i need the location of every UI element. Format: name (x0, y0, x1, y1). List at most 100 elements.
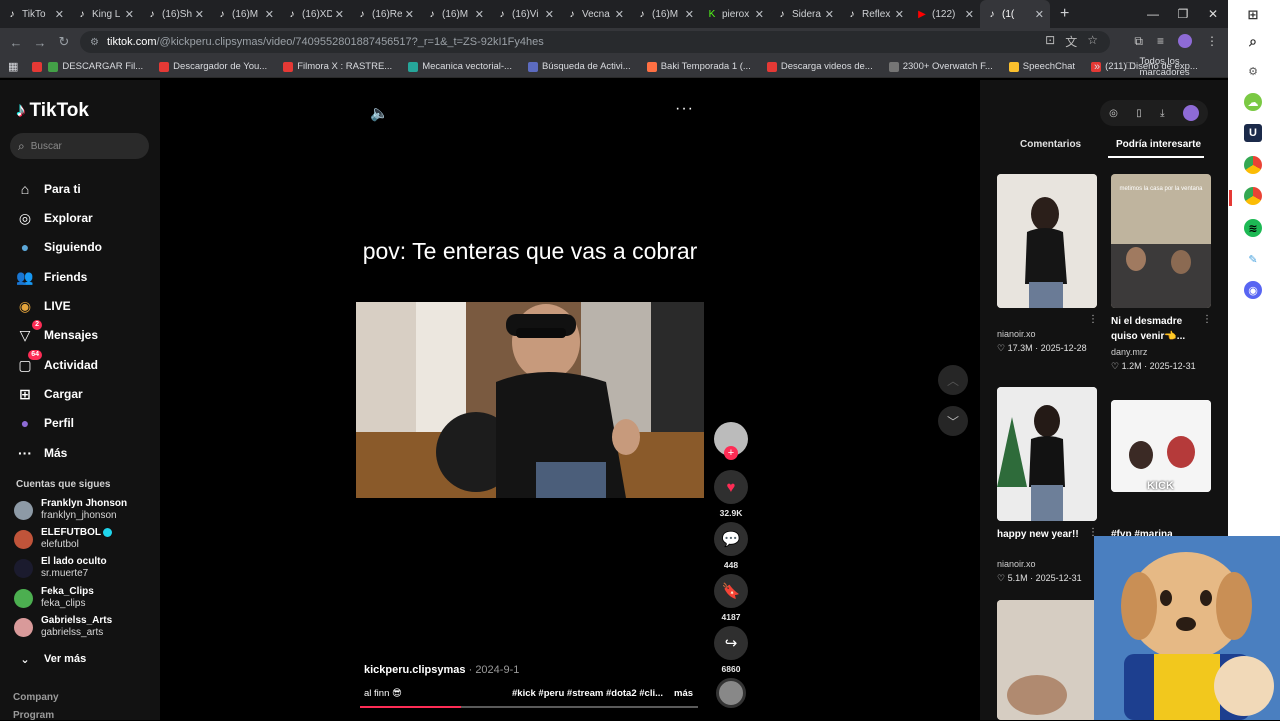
nav-item-más[interactable]: ··· Más (16, 444, 67, 462)
footer-program-link[interactable]: Program (13, 710, 54, 721)
device-icon[interactable]: ▯ (1136, 108, 1142, 119)
browser-tab[interactable]: ♪ King L ✕ (70, 0, 140, 28)
translate-icon[interactable]: 文 (1065, 33, 1077, 50)
suggestion-3-user[interactable]: nianoir.xo (997, 559, 1036, 569)
apps-icon[interactable]: ▦ (8, 60, 18, 73)
close-tab-icon[interactable]: ✕ (125, 8, 134, 21)
install-app-icon[interactable]: ⊡ (1045, 33, 1055, 50)
bookmark-item[interactable]: Descargador de You... (159, 61, 267, 72)
maximize-button[interactable]: ❐ (1168, 0, 1198, 28)
close-tab-icon[interactable]: ✕ (195, 8, 204, 21)
bookmarks-overflow-icon[interactable]: » (1094, 61, 1100, 73)
suggestion-thumb-4[interactable]: KICK (1111, 400, 1211, 492)
nav-item-friends[interactable]: 👥 Friends (16, 268, 87, 286)
browser-tab[interactable]: ♪ (16)XD ✕ (280, 0, 350, 28)
bookmark-item[interactable]: Búsqueda de Activi... (527, 61, 631, 72)
like-button[interactable]: ♥ 32.9K (714, 470, 748, 518)
media-control-icon[interactable]: ≡ (1157, 34, 1164, 49)
bookmark-item[interactable]: Mecanica vectorial-... (408, 61, 512, 72)
browser-tab[interactable]: ♪ (1(✕ (980, 0, 1050, 28)
nav-item-live[interactable]: ◉ LIVE (16, 297, 71, 315)
suggestion-thumb-5[interactable] (997, 600, 1097, 720)
nav-item-cargar[interactable]: ⊞ Cargar (16, 385, 83, 403)
browser-menu-icon[interactable]: ⋮ (1206, 34, 1218, 49)
followed-account[interactable]: Franklyn Jhonson franklyn_jhonson (14, 498, 127, 522)
extensions-icon[interactable]: ⧉ (1134, 34, 1143, 49)
nav-item-para-ti[interactable]: ⌂ Para ti (16, 180, 81, 198)
bookmark-item[interactable] (32, 61, 46, 72)
bookmark-item[interactable]: Filmora X : RASTRE... (283, 61, 392, 72)
chrome-icon-2[interactable] (1244, 187, 1262, 205)
suggestion-2-caption[interactable]: Ni el desmadre quiso venir👈... (1111, 314, 1201, 344)
forward-icon[interactable]: → (28, 35, 52, 50)
save-button[interactable]: 🔖 4187 (714, 574, 748, 622)
close-tab-icon[interactable]: ✕ (405, 8, 414, 21)
browser-tab[interactable]: ▶ (122) ✕ (910, 0, 980, 28)
suggestion-thumb-3[interactable] (997, 387, 1097, 521)
all-bookmarks-folder[interactable]: 🗀 Todos los marcadores (1126, 56, 1228, 78)
suggestion-1-user[interactable]: nianoir.xo (997, 329, 1036, 339)
tab-suggestions[interactable]: Podría interesarte (1116, 139, 1201, 150)
bookmark-item[interactable]: 2300+ Overwatch F... (888, 61, 993, 72)
browser-tab[interactable]: ♪ (16)M ✕ (210, 0, 280, 28)
close-tab-icon[interactable]: ✕ (475, 8, 484, 21)
creator-avatar[interactable]: + (714, 422, 748, 460)
close-tab-icon[interactable]: ✕ (965, 8, 974, 21)
browser-tab[interactable]: ♪ Vecna ✕ (560, 0, 630, 28)
extension-u-icon[interactable]: U (1244, 124, 1262, 142)
thumb-1-menu-icon[interactable]: ⋮ (1088, 314, 1098, 325)
thumb-2-menu-icon[interactable]: ⋮ (1202, 314, 1212, 325)
bookmark-item[interactable]: Baki Temporada 1 (... (646, 61, 751, 72)
cloud-icon[interactable]: ☁ (1244, 93, 1262, 111)
discord-icon[interactable]: ◉ (1244, 281, 1262, 299)
download-icon[interactable]: ⤓ (1160, 108, 1164, 119)
close-tab-icon[interactable]: ✕ (55, 8, 64, 21)
profile-avatar-icon[interactable] (1178, 34, 1192, 48)
browser-tab[interactable]: ♪ Reflex ✕ (840, 0, 910, 28)
search-input[interactable]: ⌕ Buscar (10, 133, 149, 159)
browser-tab[interactable]: Kpierox ✕ (700, 0, 770, 28)
new-tab-button[interactable]: + (1060, 5, 1069, 23)
nav-item-perfil[interactable]: ● Perfil (16, 414, 74, 432)
suggestion-thumb-2[interactable]: metimos la casa por la ventana (1111, 174, 1211, 308)
nav-item-mensajes[interactable]: ▽ 2 Mensajes (16, 320, 98, 344)
video-player[interactable] (356, 302, 704, 498)
minimize-button[interactable]: — (1138, 0, 1168, 28)
browser-tab[interactable]: ♪ (16)M ✕ (630, 0, 700, 28)
coin-icon[interactable]: ◎ (1109, 108, 1118, 119)
browser-tab[interactable]: ♪ (16)Vi ✕ (490, 0, 560, 28)
bookmark-star-icon[interactable]: ☆ (1087, 33, 1098, 50)
video-hashtags[interactable]: #kick #peru #stream #dota2 #cli... (512, 688, 663, 699)
close-tab-icon[interactable]: ✕ (825, 8, 834, 21)
comment-button[interactable]: 💬 448 (714, 522, 748, 570)
windows-icon[interactable]: ⊞ (1244, 6, 1262, 24)
progress-bar[interactable] (360, 706, 698, 708)
nav-item-siguiendo[interactable]: ● Siguiendo (16, 238, 102, 256)
user-avatar[interactable] (1182, 105, 1199, 121)
tiktok-logo[interactable]: ♪ TikTok (16, 100, 89, 122)
bookmark-item[interactable]: Descarga videos de... (766, 61, 873, 72)
browser-tab[interactable]: ♪ Sidera ✕ (770, 0, 840, 28)
sound-disc[interactable] (714, 678, 748, 708)
url-field[interactable]: ⚙ tiktok.com/@kickperu.clipsymas/video/7… (80, 31, 1110, 53)
suggestion-thumb-1[interactable] (997, 174, 1097, 308)
video-author[interactable]: kickperu.clipsymas · 2024-9-1 (364, 664, 519, 676)
feather-icon[interactable]: ✎ (1244, 250, 1262, 268)
chrome-icon[interactable] (1244, 156, 1262, 174)
share-button[interactable]: ↪ 6860 (714, 626, 748, 674)
suggestion-2-user[interactable]: dany.mrz (1111, 347, 1147, 357)
followed-account[interactable]: Feka_Clips feka_clips (14, 586, 94, 610)
more-options-icon[interactable]: ··· (675, 100, 694, 118)
nav-item-explorar[interactable]: ◎ Explorar (16, 209, 93, 227)
bookmark-item[interactable]: SpeechChat (1008, 61, 1075, 72)
bookmark-item[interactable]: DESCARGAR Fil... (48, 61, 143, 72)
close-tab-icon[interactable]: ✕ (1035, 8, 1044, 21)
followed-account[interactable]: El lado oculto sr.muerte7 (14, 556, 107, 580)
reload-icon[interactable]: ↻ (52, 34, 76, 50)
site-info-icon[interactable]: ⚙ (90, 37, 99, 48)
close-tab-icon[interactable]: ✕ (685, 8, 694, 21)
follow-plus-icon[interactable]: + (724, 446, 738, 460)
see-more-button[interactable]: ⌄ Ver más (16, 650, 86, 668)
nav-item-actividad[interactable]: ▢ 64 Actividad (16, 350, 98, 374)
close-tab-icon[interactable]: ✕ (545, 8, 554, 21)
